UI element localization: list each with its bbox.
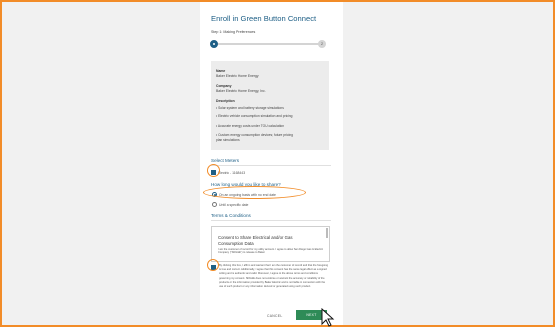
step-label: Step 1: Making Preferences bbox=[211, 30, 256, 34]
left-background bbox=[2, 2, 200, 325]
description-bullet: plan simulations bbox=[216, 138, 240, 142]
until-date-radio[interactable] bbox=[212, 202, 217, 207]
meter-label: Electric - 1168443 bbox=[218, 171, 246, 175]
terms-heading: Terms & Conditions bbox=[211, 213, 251, 218]
name-value: Baker Electric Home Energy bbox=[216, 74, 259, 78]
name-label: Name bbox=[216, 69, 226, 73]
description-bullet: • Solar system and battery storage simul… bbox=[216, 106, 284, 110]
meter-checkbox-highlight bbox=[207, 164, 220, 177]
progress-step-1 bbox=[210, 40, 218, 48]
divider bbox=[211, 220, 331, 221]
company-value: Baker Electric Home Energy, Inc. bbox=[216, 89, 266, 93]
description-bullet: • Accurate energy costs under TOU calcul… bbox=[216, 124, 285, 128]
consent-body: I am the customer of record for my utili… bbox=[218, 248, 324, 255]
cancel-button[interactable]: CANCEL bbox=[267, 314, 283, 318]
divider bbox=[211, 165, 331, 166]
agree-checkbox-highlight bbox=[207, 259, 219, 271]
consent-title-line-2: Consumption Data bbox=[218, 241, 254, 246]
consent-title: Consent to Share Electrical and/or Gas bbox=[218, 235, 293, 240]
enroll-panel: Enroll in Green Button Connect Step 1: M… bbox=[200, 2, 343, 325]
right-background bbox=[343, 2, 553, 325]
pointer-cursor-icon bbox=[321, 308, 335, 327]
company-label: Company bbox=[216, 84, 232, 88]
app-info-card: Name Baker Electric Home Energy Company … bbox=[211, 61, 329, 150]
description-label: Description bbox=[216, 99, 235, 103]
until-date-radio-label: Until a specific date bbox=[219, 203, 249, 207]
description-bullet: • Electric vehicle consumption simulatio… bbox=[216, 114, 293, 118]
consent-scrollbar[interactable] bbox=[326, 228, 328, 238]
description-bullet: • Custom energy consumption devices; fut… bbox=[216, 133, 294, 137]
ongoing-option-highlight bbox=[203, 186, 306, 199]
progress-track bbox=[214, 43, 322, 45]
agree-text: By clicking this box, I affirm and warra… bbox=[219, 264, 329, 289]
progress-step-2: 2 bbox=[318, 40, 326, 48]
page-title: Enroll in Green Button Connect bbox=[211, 14, 317, 23]
select-meters-heading: Select Meters bbox=[211, 158, 240, 163]
consent-scroll-box[interactable]: Consent to Share Electrical and/or Gas C… bbox=[211, 226, 330, 262]
